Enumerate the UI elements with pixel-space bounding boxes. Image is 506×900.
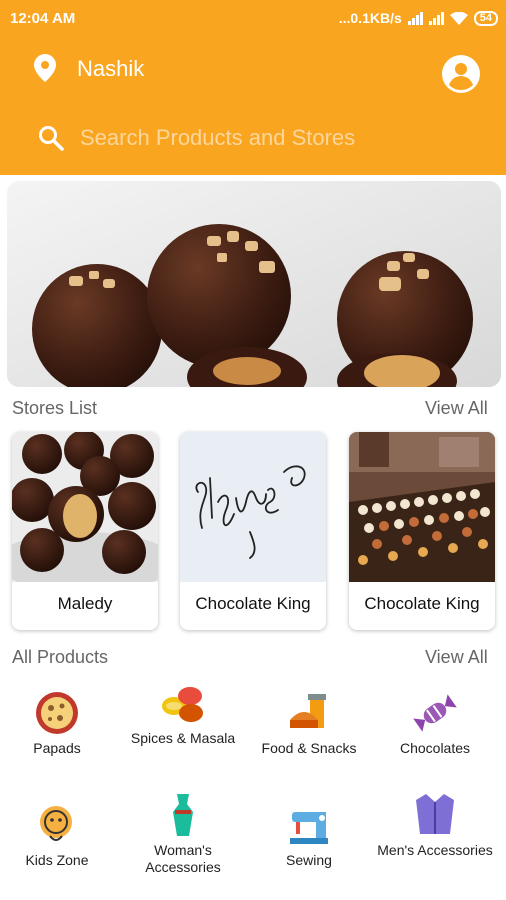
status-bar: 12:04 AM ...0.1KB/s 54 <box>0 0 506 36</box>
wifi-icon <box>449 11 468 25</box>
spices-icon <box>162 687 203 722</box>
store-name: Chocolate King <box>195 594 311 613</box>
stores-list-title: Stores List <box>12 398 98 418</box>
products-view-all-link[interactable]: View All <box>425 647 488 668</box>
dress-icon <box>173 794 193 836</box>
category-mens-accessories[interactable]: Men's Accessories <box>372 792 498 859</box>
kids-icon <box>40 806 72 841</box>
category-womans-accessories[interactable]: Woman's Accessories <box>120 792 246 876</box>
category-food-snacks[interactable]: Food & Snacks <box>246 690 372 757</box>
signal-icon <box>407 11 423 25</box>
category-kids-zone[interactable]: Kids Zone <box>0 802 120 869</box>
category-label: Kids Zone <box>25 852 89 868</box>
signature-image <box>180 432 326 582</box>
location-pin-icon[interactable] <box>34 54 56 82</box>
promo-banner[interactable] <box>7 181 501 387</box>
category-sewing[interactable]: Sewing <box>246 802 372 869</box>
store-name: Maledy <box>57 594 113 613</box>
stores-view-all-link[interactable]: View All <box>425 398 488 419</box>
candy-icon <box>413 694 457 732</box>
papad-icon <box>36 692 78 734</box>
category-label: Sewing <box>286 852 332 868</box>
chocolate-shop-image <box>349 432 495 582</box>
category-label: Men's Accessories <box>377 842 493 858</box>
current-city[interactable]: Nashik <box>77 56 144 82</box>
category-label: Spices & Masala <box>130 730 236 746</box>
category-label: Papads <box>33 740 81 756</box>
app-header: 12:04 AM ...0.1KB/s 54 Nashik <box>0 0 506 175</box>
category-label: Chocolates <box>399 740 471 756</box>
all-products-title: All Products <box>12 647 109 667</box>
battery-icon: 54 <box>473 10 498 26</box>
sewing-machine-icon <box>290 812 328 844</box>
store-name: Chocolate King <box>364 594 480 613</box>
store-card-chocolate-king[interactable]: Chocolate King <box>349 432 495 630</box>
store-card-maledy[interactable]: Maledy <box>12 432 158 630</box>
category-label: Woman's Accessories <box>145 842 221 875</box>
search-input[interactable] <box>80 120 480 156</box>
network-speed: ...0.1KB/s <box>338 10 402 26</box>
status-time: 12:04 AM <box>10 10 76 27</box>
food-snacks-icon <box>290 694 326 728</box>
store-card-chocolate-king[interactable]: Chocolate King <box>180 432 326 630</box>
search-icon <box>39 126 64 151</box>
profile-icon[interactable] <box>442 55 480 93</box>
jacket-icon <box>416 794 454 834</box>
store-image <box>12 432 158 582</box>
category-spices-masala[interactable]: Spices & Masala <box>120 680 246 747</box>
category-label: Food & Snacks <box>261 740 357 756</box>
status-icons: ...0.1KB/s 54 <box>339 10 498 26</box>
category-papads[interactable]: Papads <box>0 690 120 757</box>
chocolate-truffles-image <box>7 181 501 387</box>
signal-icon <box>428 11 444 25</box>
category-chocolates[interactable]: Chocolates <box>372 690 498 757</box>
